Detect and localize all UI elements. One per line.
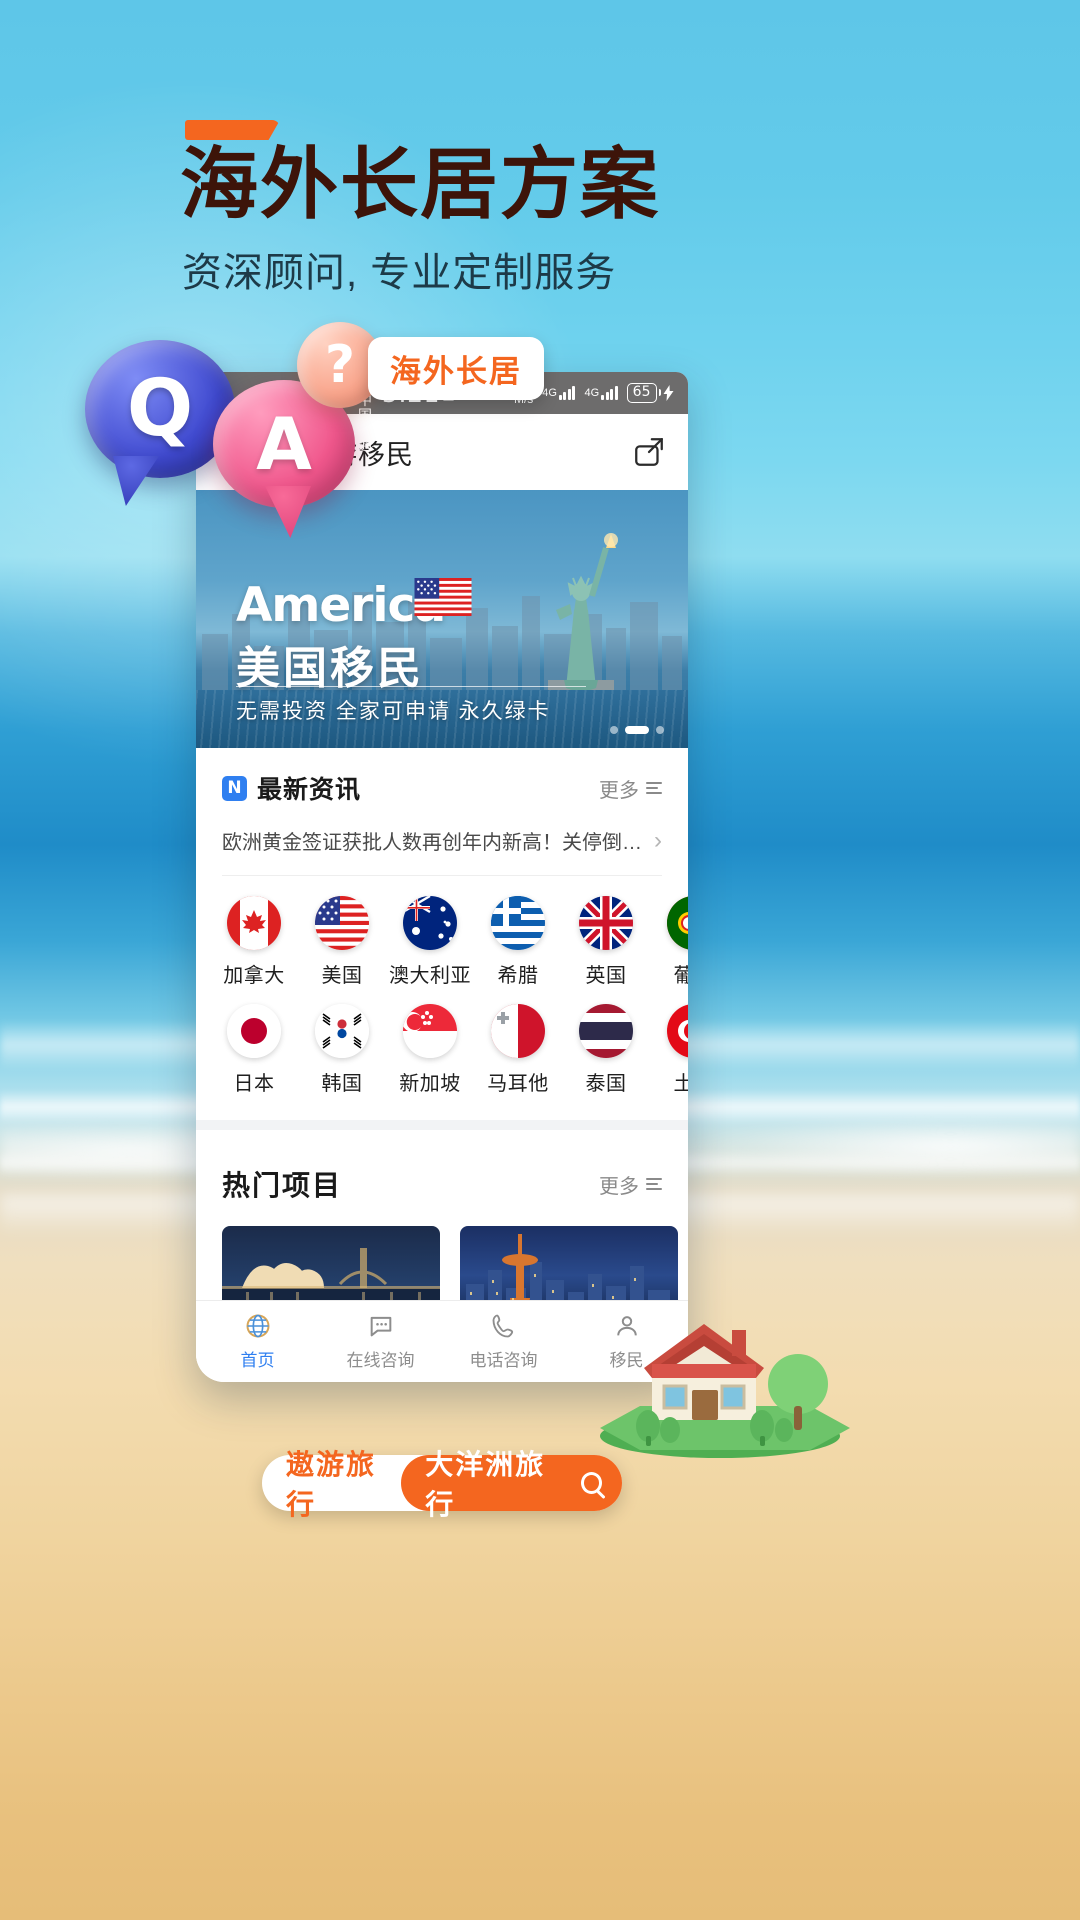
country-label: 泰国 (585, 1073, 627, 1095)
us-flag-icon (414, 578, 472, 616)
news-more-button[interactable]: 更多 (599, 774, 662, 803)
country-item-singapore[interactable]: 新加坡 (386, 1004, 474, 1096)
phone-icon (492, 1314, 513, 1338)
tab-home[interactable]: 首页 (196, 1312, 319, 1371)
th-flag-icon (579, 1004, 633, 1058)
news-section: N 最新资讯 更多 欧洲黄金签证获批人数再创年内新高！关停倒计时，… › (196, 748, 688, 876)
country-item-australia[interactable]: 澳大利亚 (386, 896, 474, 988)
country-grid: 加拿大 美国 澳大利亚 希腊 英国 葡 日本 韩国 新加坡 马耳他 泰国 土 (196, 876, 688, 1138)
country-item-japan[interactable]: 日本 (210, 1004, 298, 1096)
menu-lines-icon (646, 782, 662, 794)
banner-subtitle: 无需投资 全家可申请 永久绿卡 (236, 700, 551, 723)
tab-label: 首页 (240, 1351, 275, 1370)
brand-label: 遨游旅行 (286, 1449, 377, 1520)
country-item-malta[interactable]: 马耳他 (474, 1004, 562, 1096)
signal-1-label: 4G (542, 387, 557, 399)
country-label: 韩国 (321, 1073, 363, 1095)
hot-more-button[interactable]: 更多 (599, 1170, 662, 1199)
country-label: 日本 (233, 1073, 275, 1095)
globe-icon (246, 1314, 269, 1338)
carousel-dot[interactable] (610, 726, 618, 734)
country-label: 新加坡 (399, 1073, 461, 1095)
charging-bolt-icon (663, 384, 674, 401)
battery-cap (658, 389, 661, 397)
signal-1-bars (558, 386, 576, 400)
carousel-dot-active[interactable] (625, 726, 649, 734)
headline-accent-bar (185, 120, 280, 140)
country-label: 加拿大 (223, 965, 285, 987)
country-label: 英国 (585, 965, 627, 987)
hot-projects-title: 热门项目 (222, 1170, 343, 1201)
signal-1: 4G (542, 386, 576, 400)
battery-level: 65 (626, 383, 657, 403)
country-label: 土耳 (673, 1073, 689, 1095)
kr-flag-icon (315, 1004, 369, 1058)
country-item-turkey[interactable]: 土耳 (650, 1004, 688, 1096)
country-label: 希腊 (497, 965, 539, 987)
tab-online-consult[interactable]: 在线咨询 (319, 1312, 442, 1371)
tab-label: 在线咨询 (346, 1351, 415, 1370)
news-header: N 最新资讯 更多 (222, 770, 662, 806)
country-label: 马耳他 (487, 1073, 549, 1095)
country-label: 澳大利亚 (389, 965, 471, 987)
country-label: 葡萄 (673, 965, 689, 987)
search-action-button[interactable]: 大洋洲旅行 (401, 1449, 622, 1520)
signal-2-bars (601, 386, 618, 400)
hot-projects-header: 热门项目 更多 (222, 1164, 662, 1204)
au-flag-icon (403, 896, 457, 950)
section-divider (196, 1120, 688, 1130)
mt-flag-icon (491, 1004, 545, 1058)
menu-lines-icon (646, 1178, 662, 1190)
search-action-label: 大洋洲旅行 (425, 1449, 546, 1520)
signal-2-label: 4G (584, 387, 600, 399)
bottom-action-pill[interactable]: 遨游旅行 大洋洲旅行 (262, 1449, 622, 1520)
country-row-1: 加拿大 美国 澳大利亚 希腊 英国 葡 (196, 896, 688, 1004)
country-item-portugal[interactable]: 葡萄 (650, 896, 688, 988)
3d-house-illustration (600, 1324, 850, 1458)
news-section-title: 最新资讯 (257, 776, 362, 804)
qa-bubble-group: Q A ? (85, 322, 385, 532)
news-more-label: 更多 (599, 779, 639, 802)
signal-2: 4G (584, 386, 618, 400)
battery-indicator: 65 (626, 383, 674, 403)
tr-flag-icon (667, 1004, 688, 1058)
country-item-thailand[interactable]: 泰国 (562, 1004, 650, 1096)
carousel-dots[interactable] (610, 726, 664, 734)
country-item-greece[interactable]: 希腊 (474, 896, 562, 988)
pt-flag-icon (667, 896, 688, 950)
page-subtitle: 资深顾问, 专业定制服务 (182, 251, 617, 295)
tab-label: 电话咨询 (469, 1351, 538, 1370)
share-icon[interactable] (632, 435, 666, 469)
country-label: 美国 (321, 965, 363, 987)
country-item-usa[interactable]: 美国 (298, 896, 386, 988)
tab-phone-consult[interactable]: 电话咨询 (442, 1312, 565, 1371)
hot-more-label: 更多 (599, 1175, 639, 1198)
country-item-canada[interactable]: 加拿大 (210, 896, 298, 988)
search-icon (580, 1472, 602, 1494)
chevron-right-icon: › (654, 826, 662, 854)
news-item[interactable]: 欧洲黄金签证获批人数再创年内新高！关停倒计时，… › (222, 826, 662, 876)
banner-divider (236, 686, 586, 687)
status-badge: 海外长居 (368, 337, 544, 400)
ca-flag-icon (227, 896, 281, 950)
chat-icon (370, 1316, 391, 1337)
news-badge-icon: N (222, 775, 247, 801)
page-title: 海外长居方案 (180, 140, 661, 230)
sg-flag-icon (403, 1004, 457, 1058)
carousel-dot[interactable] (656, 726, 664, 734)
us-flag-icon (315, 896, 369, 950)
jp-flag-icon (227, 1004, 281, 1058)
country-row-2: 日本 韩国 新加坡 马耳他 泰国 土 (196, 1004, 688, 1112)
gb-flag-icon (579, 896, 633, 950)
gr-flag-icon (491, 896, 545, 950)
country-item-uk[interactable]: 英国 (562, 896, 650, 988)
news-headline: 欧洲黄金签证获批人数再创年内新高！关停倒计时，… (222, 832, 644, 854)
country-item-korea[interactable]: 韩国 (298, 1004, 386, 1096)
